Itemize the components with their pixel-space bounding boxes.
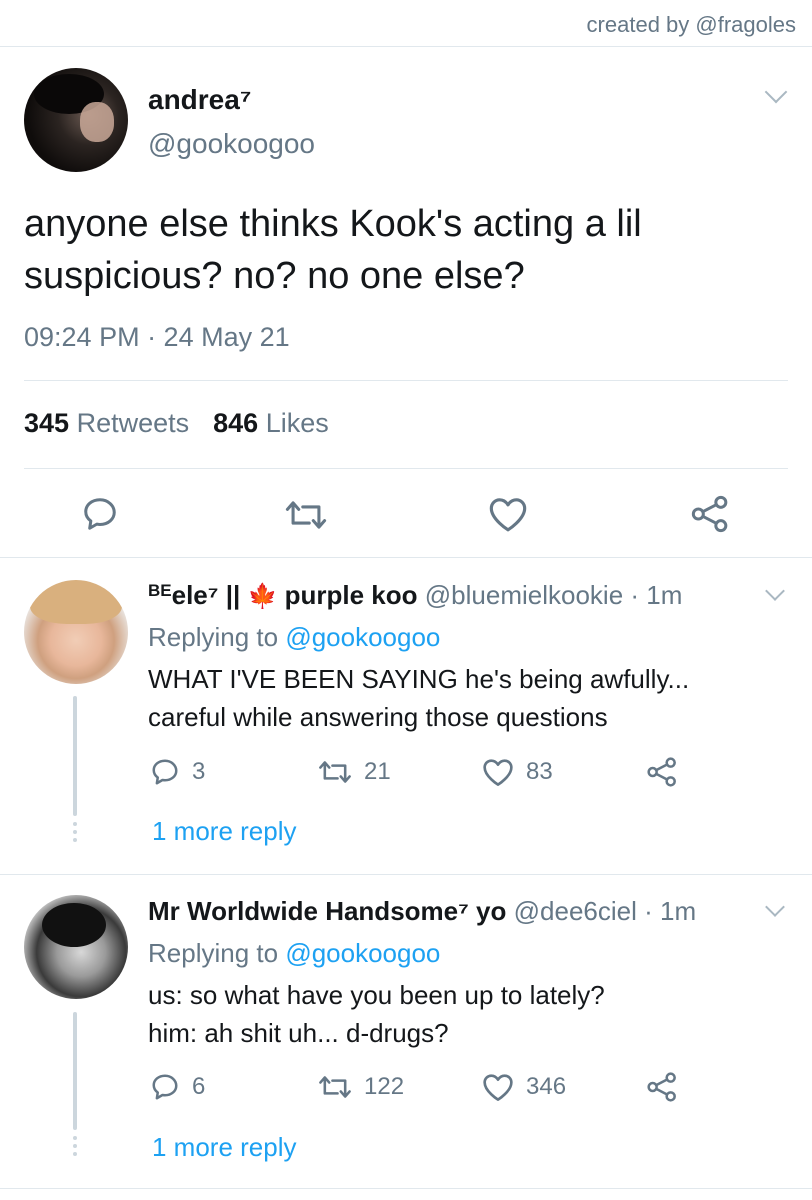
thread-dots: [73, 1136, 77, 1160]
reply-handle-time[interactable]: @bluemielkookie · 1m: [425, 580, 683, 610]
chevron-down-icon[interactable]: [765, 897, 785, 917]
thread-line: [73, 1012, 77, 1130]
retweet-button[interactable]: [285, 497, 327, 533]
likes-stat[interactable]: 846 Likes: [213, 408, 329, 438]
divider: [24, 380, 788, 381]
retweet-icon: [319, 1076, 351, 1098]
retweet-icon: [319, 761, 351, 783]
more-replies-link[interactable]: 1 more reply: [152, 816, 297, 847]
heart-icon: [489, 498, 527, 532]
avatar[interactable]: [24, 68, 128, 172]
reply-button[interactable]: [80, 495, 120, 533]
tweet-stats: 345 Retweets 846 Likes: [24, 408, 329, 439]
like-button[interactable]: 346: [482, 1072, 566, 1102]
reply-button[interactable]: 3: [150, 757, 205, 787]
share-icon: [647, 757, 676, 787]
more-replies-link[interactable]: 1 more reply: [152, 1132, 297, 1163]
avatar[interactable]: [24, 580, 128, 684]
divider: [0, 874, 812, 875]
reply-author-name[interactable]: Mr Worldwide Handsome⁷ yo: [148, 896, 506, 926]
tweet-text: anyone else thinks Kook's acting a lil s…: [24, 203, 642, 297]
reply-header: Mr Worldwide Handsome⁷ yo @dee6ciel · 1m: [148, 896, 696, 927]
like-button[interactable]: [488, 495, 528, 533]
replying-to-link[interactable]: @gookoogoo: [285, 622, 440, 652]
divider: [0, 557, 812, 558]
reply-header: BEele⁷ || 🍁 purple koo @bluemielkookie ·…: [148, 580, 682, 611]
reply-icon: [152, 759, 178, 785]
heart-icon: [483, 1074, 513, 1101]
thread-line: [73, 696, 77, 816]
maple-leaf-icon: 🍁: [247, 583, 278, 610]
share-icon: [647, 1072, 676, 1102]
heart-icon: [483, 759, 513, 787]
chevron-down-icon[interactable]: [764, 80, 788, 104]
like-count: 83: [526, 758, 553, 785]
share-icon: [691, 495, 728, 533]
chevron-down-icon[interactable]: [765, 581, 785, 601]
retweet-count: 21: [364, 758, 391, 785]
share-button[interactable]: [646, 1071, 678, 1103]
tweet-timestamp[interactable]: 09:24 PM · 24 May 21: [24, 322, 290, 353]
reply-count: 3: [192, 758, 206, 785]
replying-to-link[interactable]: @gookoogoo: [285, 938, 440, 968]
like-count: 346: [526, 1073, 567, 1100]
divider: [24, 468, 788, 469]
retweet-icon: [285, 501, 327, 529]
replying-to: Replying to @gookoogoo: [148, 622, 441, 652]
share-button[interactable]: [646, 756, 678, 788]
reply-author-name[interactable]: BEele⁷ || 🍁 purple koo: [148, 580, 418, 610]
divider: [0, 46, 812, 47]
reply-icon: [84, 498, 116, 530]
replying-to: Replying to @gookoogoo: [148, 938, 441, 968]
credit-text: created by @fragoles: [586, 12, 796, 37]
author-handle[interactable]: @gookoogoo: [148, 128, 315, 160]
reply-button[interactable]: 6: [150, 1072, 205, 1102]
avatar[interactable]: [24, 895, 128, 999]
retweet-count: 122: [364, 1073, 405, 1100]
share-button[interactable]: [690, 494, 730, 534]
retweet-button[interactable]: 21: [318, 758, 391, 786]
reply-icon: [152, 1074, 178, 1100]
like-button[interactable]: 83: [482, 757, 553, 787]
retweets-stat[interactable]: 345 Retweets: [24, 408, 189, 438]
retweet-button[interactable]: 122: [318, 1073, 404, 1101]
reply-count: 6: [192, 1073, 206, 1100]
reply-text: us: so what have you been up to lately? …: [148, 980, 605, 1048]
reply-handle-time[interactable]: @dee6ciel · 1m: [514, 896, 696, 926]
reply-text: WHAT I'VE BEEN SAYING he's being awfully…: [148, 664, 690, 732]
author-name[interactable]: andrea⁷: [148, 84, 251, 116]
thread-dots: [73, 822, 77, 846]
divider: [0, 1188, 812, 1189]
